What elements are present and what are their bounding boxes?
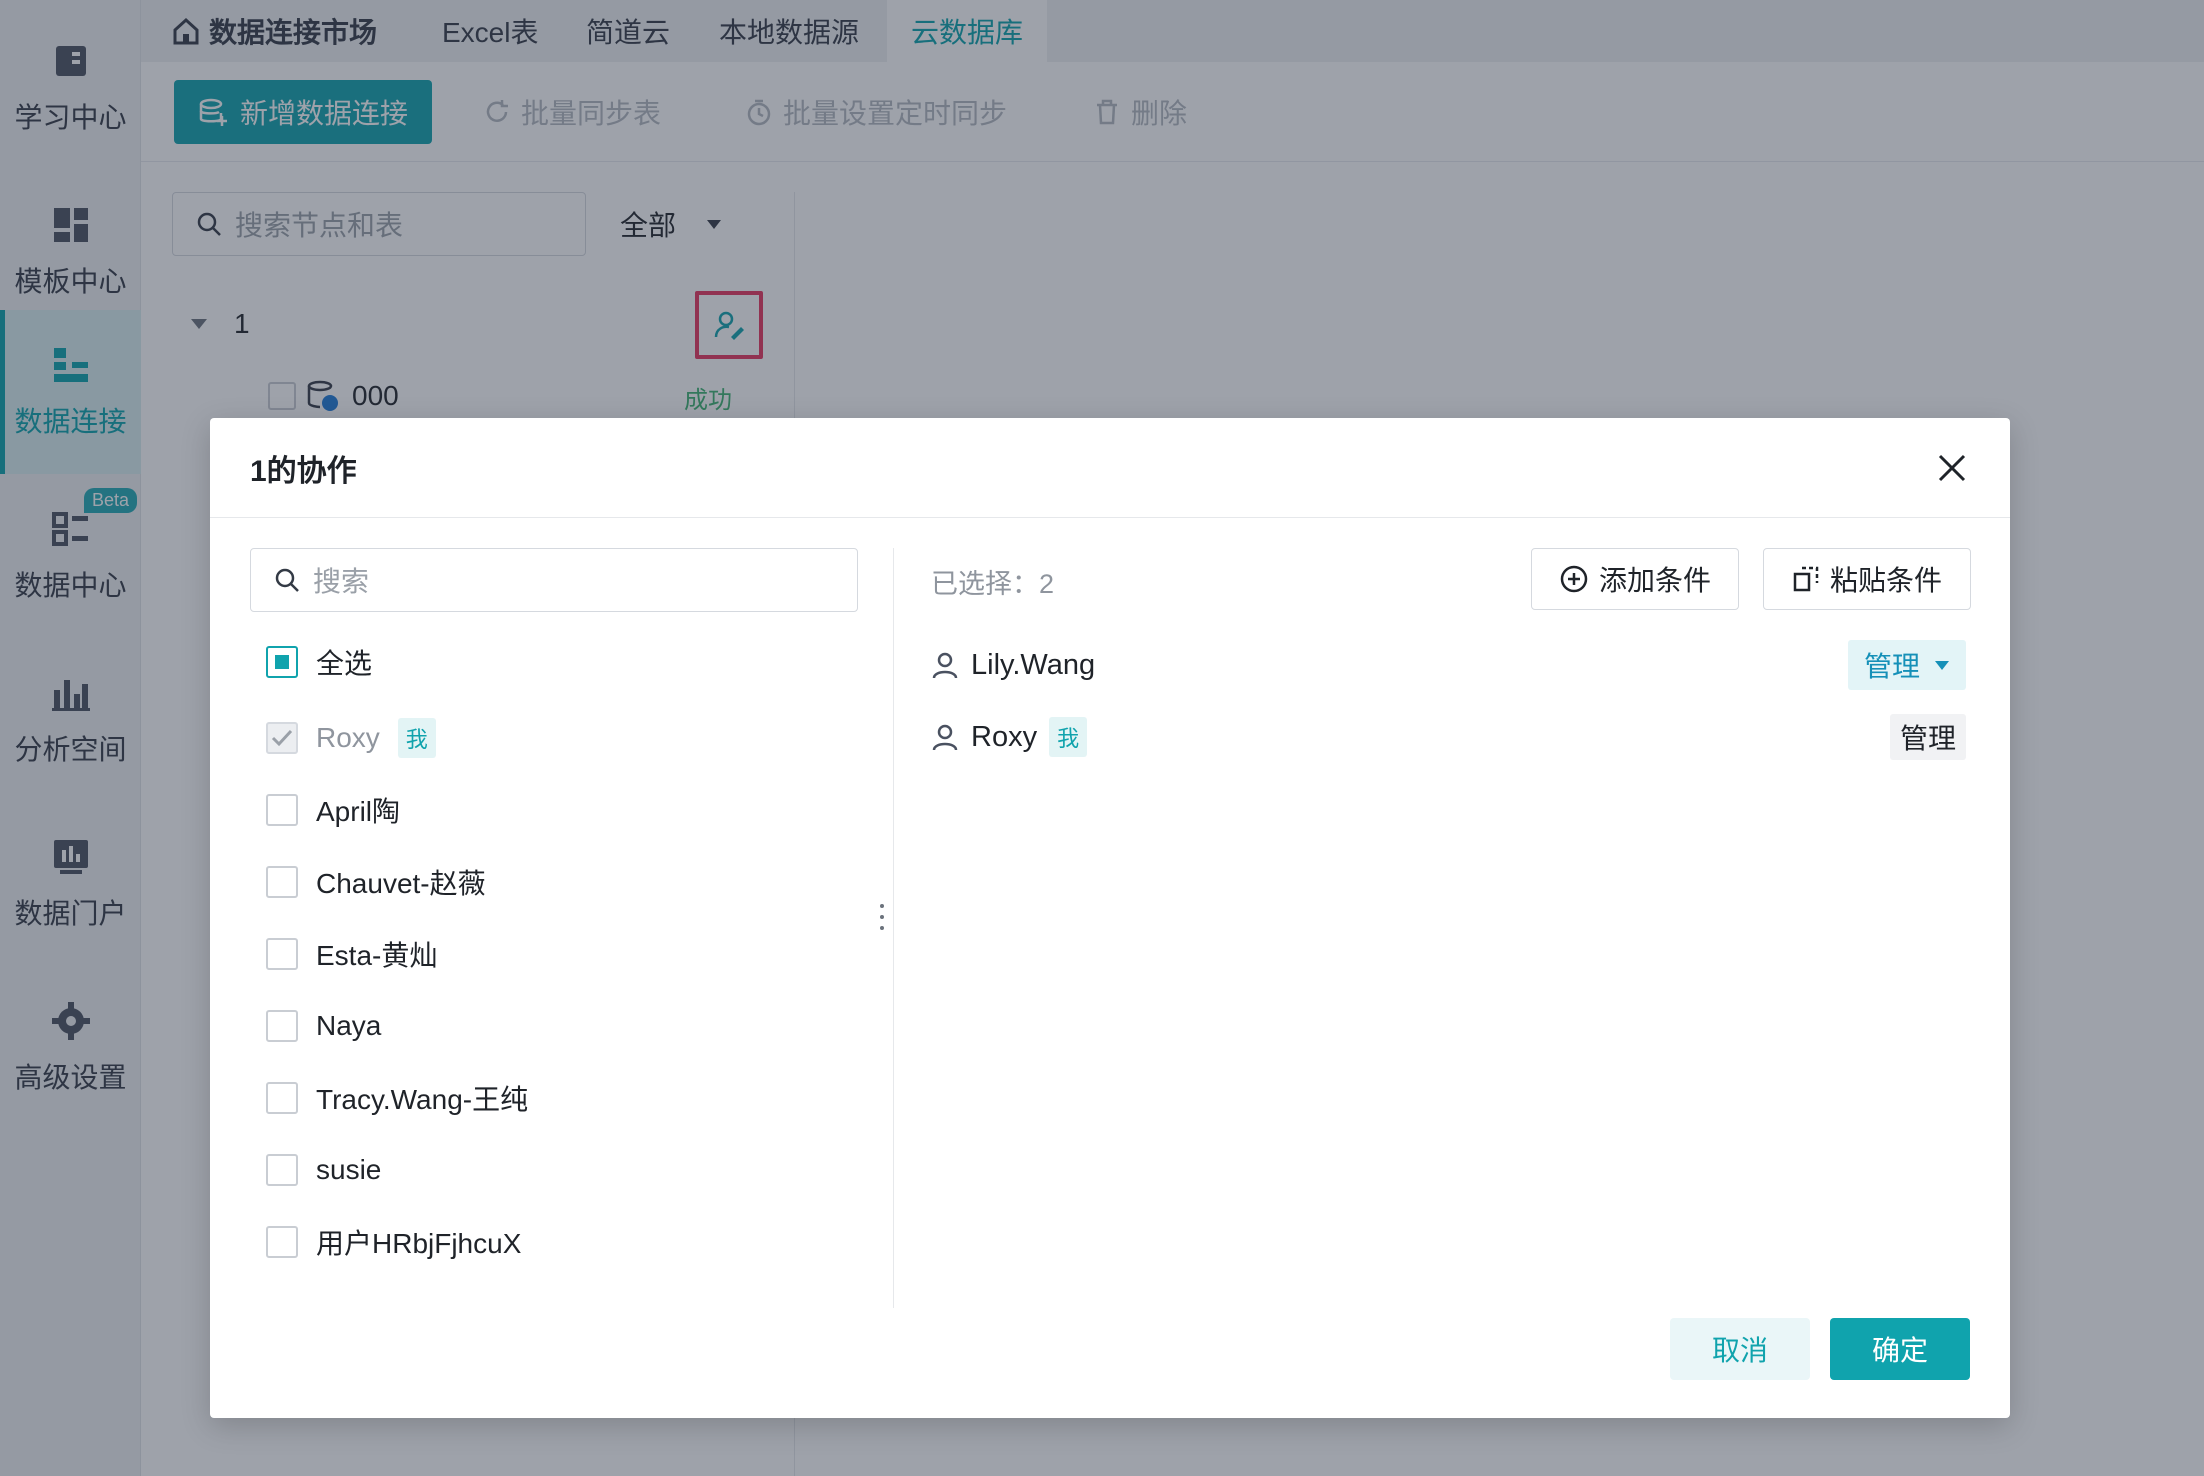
selected-member-row: Roxy 我 管理 [931,712,1972,762]
user-checkbox[interactable] [266,1010,298,1042]
search-icon [275,568,299,592]
list-item[interactable]: Esta-黄灿 [266,930,437,978]
user-name: 用户HRbjFjhcuX [316,1228,522,1259]
user-name: Tracy.Wang-王纯 [316,1084,529,1115]
selected-member-row: Lily.Wang 管理 [931,640,1972,690]
dialog-title: 1的协作 [250,455,357,488]
selected-count: 已选择：2 [931,569,1055,599]
user-name: susie [316,1154,382,1185]
user-name: Chauvet-赵薇 [316,868,486,899]
user-checkbox[interactable] [266,938,298,970]
confirm-button[interactable]: 确定 [1830,1318,1970,1380]
check-icon [271,729,293,747]
user-name: Roxy [316,722,380,753]
add-condition-label: 添加条件 [1598,565,1711,596]
me-tag: 我 [397,718,436,758]
list-item[interactable]: April陶 [266,786,400,834]
list-item[interactable]: Chauvet-赵薇 [266,858,486,906]
user-name: Naya [316,1010,382,1041]
paste-condition-label: 粘贴条件 [1829,565,1942,596]
user-icon [932,652,958,679]
add-condition-button[interactable]: 添加条件 [1531,548,1739,610]
list-item[interactable]: Tracy.Wang-王纯 [266,1074,528,1122]
dialog-header: 1的协作 [210,418,2010,518]
select-all-checkbox[interactable] [266,646,298,678]
list-item: Roxy 我 [266,714,436,762]
list-item[interactable]: susie [266,1146,381,1194]
user-checkbox[interactable] [266,1154,298,1186]
plus-circle-icon [1560,565,1588,593]
member-list-pane: 搜索 全选 Roxy 我 April陶 Chauvet-赵薇 Esta-黄灿 N… [250,548,858,1308]
resize-handle[interactable] [879,904,885,930]
user-icon [932,724,958,751]
list-item[interactable]: Naya [266,1002,381,1050]
user-name: April陶 [316,796,401,827]
user-checkbox[interactable] [266,1082,298,1114]
me-tag: 我 [1049,717,1088,757]
member-name: Roxy [971,720,1038,753]
select-all-label: 全选 [316,648,373,679]
pane-divider [893,548,894,1308]
collaboration-dialog: 1的协作 搜索 全选 Roxy 我 April陶 Chauvet-赵薇 Esta… [210,418,2010,1418]
permission-value: 管理 [1863,651,1920,682]
cancel-button[interactable]: 取消 [1670,1318,1810,1380]
list-item[interactable]: 用户HRbjFjhcuX [266,1218,521,1266]
user-checkbox[interactable] [266,866,298,898]
caret-down-icon [1935,661,1949,670]
user-checkbox[interactable] [266,1226,298,1258]
selected-pane: 已选择：2 添加条件 粘贴条件 Lily.Wang 管理 Roxy 我 管理 [931,548,1972,1308]
user-name: Esta-黄灿 [316,940,438,971]
member-search-input[interactable]: 搜索 [250,548,858,612]
user-checkbox-disabled [266,722,298,754]
paste-icon [1793,566,1819,592]
permission-label: 管理 [1889,714,1966,760]
paste-condition-button[interactable]: 粘贴条件 [1763,548,1971,610]
member-name: Lily.Wang [971,648,1096,681]
permission-dropdown[interactable]: 管理 [1847,640,1966,690]
select-all-row[interactable]: 全选 [266,638,372,686]
member-search-placeholder: 搜索 [313,566,370,597]
close-icon[interactable] [1932,448,1972,488]
user-checkbox[interactable] [266,794,298,826]
